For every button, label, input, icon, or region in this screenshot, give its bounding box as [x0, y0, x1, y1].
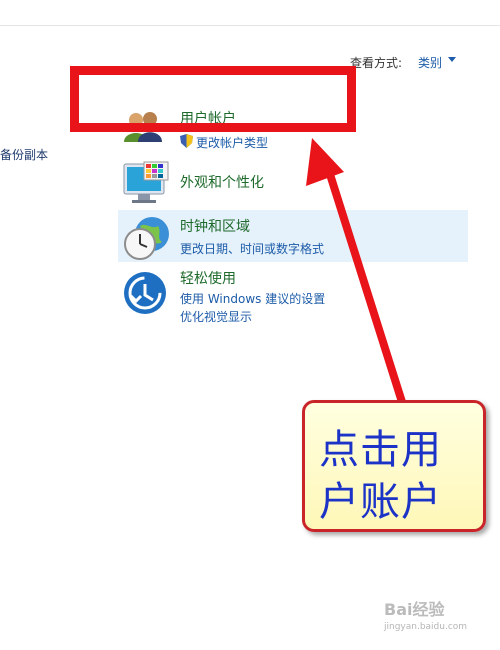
- clock-globe-icon: [122, 216, 172, 266]
- change-account-type-link[interactable]: 更改帐户类型: [196, 134, 268, 151]
- instruction-callout: 点击用 户账户: [302, 400, 486, 532]
- category-clock-region[interactable]: 时钟和区域 更改日期、时间或数字格式: [118, 210, 468, 262]
- header-divider: [0, 25, 500, 26]
- change-date-time-link[interactable]: 更改日期、时间或数字格式: [180, 240, 324, 257]
- chevron-down-icon[interactable]: [448, 57, 456, 62]
- category-title[interactable]: 时钟和区域: [180, 216, 250, 236]
- view-by-control: 查看方式: 类别: [350, 54, 456, 71]
- watermark-url: jingyan.baidu.com: [384, 622, 468, 632]
- category-ease-of-access[interactable]: 轻松使用 使用 Windows 建议的设置 优化视觉显示: [118, 266, 468, 328]
- callout-line-1: 点击用: [319, 427, 442, 473]
- windows-suggest-settings-link[interactable]: 使用 Windows 建议的设置: [180, 290, 325, 307]
- highlight-box: [70, 66, 356, 132]
- accessibility-icon: [122, 270, 168, 320]
- monitor-palette-icon: [122, 160, 170, 210]
- watermark-logo: Bai经验: [384, 600, 445, 619]
- sidebar-link-backup[interactable]: 备份副本: [0, 146, 48, 163]
- shield-icon: [180, 133, 193, 152]
- view-by-dropdown[interactable]: 类别: [418, 54, 442, 71]
- callout-line-2: 户账户: [319, 479, 442, 525]
- category-title[interactable]: 轻松使用: [180, 268, 236, 288]
- category-appearance[interactable]: 外观和个性化: [118, 158, 468, 208]
- view-by-label: 查看方式:: [350, 56, 403, 70]
- optimize-visual-display-link[interactable]: 优化视觉显示: [180, 308, 252, 325]
- category-title[interactable]: 外观和个性化: [180, 172, 264, 192]
